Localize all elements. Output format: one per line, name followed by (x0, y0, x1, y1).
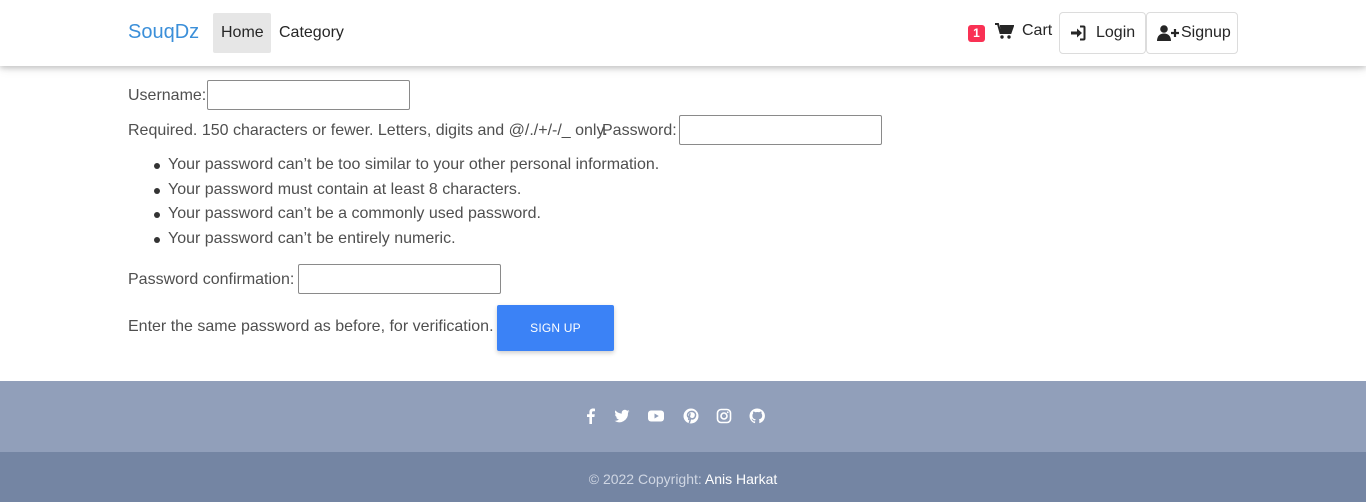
nav-category-link[interactable]: Category (271, 13, 352, 53)
password-rules-list: Your password can’t be too similar to yo… (128, 153, 659, 251)
sign-in-icon (1071, 25, 1086, 41)
login-button[interactable]: Login (1059, 12, 1146, 54)
signup-label: Signup (1181, 24, 1231, 41)
username-help-text: Required. 150 characters or fewer. Lette… (128, 122, 608, 139)
signup-form: Username: Required. 150 characters or fe… (0, 66, 1366, 381)
password-input[interactable] (679, 115, 882, 145)
user-plus-icon (1157, 25, 1179, 41)
cart-label: Cart (1022, 22, 1053, 39)
navbar: SouqDz Home Category 1 Cart Login Signup (0, 0, 1366, 66)
facebook-icon[interactable] (583, 408, 599, 424)
youtube-icon[interactable] (648, 408, 664, 424)
cart-icon (995, 23, 1014, 39)
nav-home-link[interactable]: Home (213, 13, 271, 53)
username-label: Username: (128, 87, 207, 104)
password-confirmation-help-text: Enter the same password as before, for v… (128, 318, 494, 335)
instagram-icon[interactable] (716, 408, 732, 424)
list-item: Your password can’t be entirely numeric. (128, 227, 659, 252)
cart-link[interactable]: Cart (995, 22, 1052, 40)
copyright-text: © 2022 Copyright: (588, 471, 702, 487)
username-input[interactable] (207, 80, 410, 110)
list-item: Your password can’t be a commonly used p… (128, 202, 659, 227)
login-label: Login (1096, 24, 1136, 41)
author-link[interactable]: Anis Harkat (705, 471, 777, 487)
cart-count-badge: 1 (968, 25, 985, 42)
copyright-bar: © 2022 Copyright: Anis Harkat (0, 452, 1366, 502)
twitter-icon[interactable] (614, 408, 630, 424)
sign-up-submit-button[interactable]: Sign up (497, 305, 614, 351)
password-confirmation-input[interactable] (298, 264, 501, 294)
password-label: Password: (602, 122, 677, 139)
signup-nav-button[interactable]: Signup (1146, 12, 1238, 54)
github-icon[interactable] (749, 408, 765, 424)
list-item: Your password must contain at least 8 ch… (128, 178, 659, 203)
brand-logo[interactable]: SouqDz (128, 21, 199, 44)
password-confirmation-label: Password confirmation: (128, 271, 295, 288)
list-item: Your password can’t be too similar to yo… (128, 153, 659, 178)
social-links-bar (0, 381, 1366, 452)
pinterest-icon[interactable] (683, 408, 699, 424)
